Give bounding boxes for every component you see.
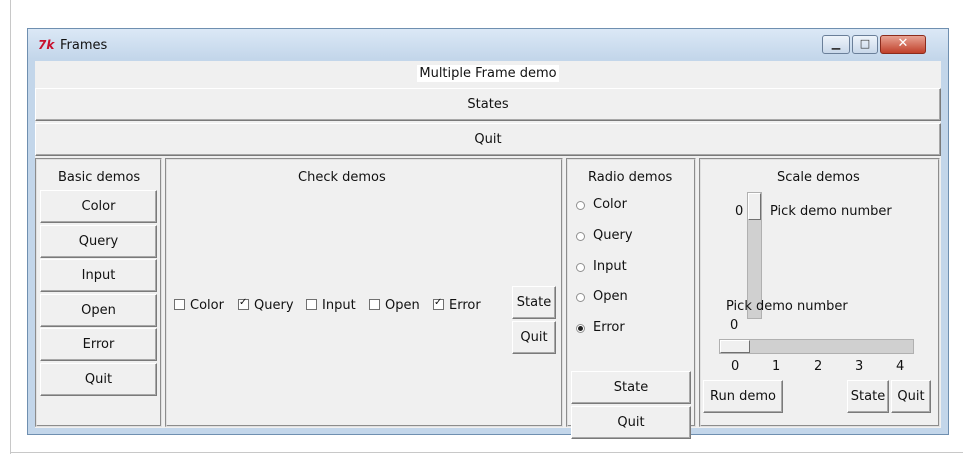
minimize-button[interactable]: ▁ — [822, 35, 850, 54]
horizontal-scale-label: Pick demo number — [726, 299, 848, 314]
scale-state-button[interactable]: State — [847, 380, 889, 413]
maximize-icon: □ — [859, 37, 871, 50]
states-button[interactable]: States — [35, 88, 941, 121]
check-option-open[interactable]: Open — [369, 298, 420, 313]
tk-feather-icon: 7k — [38, 38, 55, 52]
quit-button[interactable]: Quit — [35, 123, 941, 156]
checkbox[interactable] — [369, 299, 380, 310]
checkbox-checked[interactable]: ✓ — [238, 297, 249, 310]
horizontal-scale[interactable] — [719, 339, 914, 354]
radio-option-open[interactable]: Open — [593, 289, 628, 304]
radio-option-color[interactable]: Color — [593, 197, 627, 212]
vertical-scale-slider[interactable] — [748, 193, 761, 220]
horizontal-scale-value: 0 — [730, 318, 739, 333]
radio-button[interactable] — [576, 232, 585, 241]
radio-button[interactable] — [576, 201, 585, 210]
check-demos-title: Check demos — [298, 170, 386, 185]
title-bar[interactable]: 7k Frames ▁ □ ✕ — [28, 29, 948, 59]
client-area: Multiple Frame demo States Quit Basic de… — [35, 61, 941, 439]
close-button[interactable]: ✕ — [880, 35, 926, 54]
radio-option-query[interactable]: Query — [593, 228, 633, 243]
page-heading: Multiple Frame demo — [417, 65, 559, 82]
basic-demos-title: Basic demos — [58, 170, 141, 185]
close-icon: ✕ — [897, 36, 909, 51]
minimize-icon: ▁ — [831, 37, 841, 50]
check-option-color[interactable]: Color — [174, 298, 224, 313]
basic-color-button[interactable]: Color — [40, 190, 157, 223]
scale-tick: 1 — [772, 359, 781, 374]
background-edge — [10, 0, 11, 454]
frames-window: 7k Frames ▁ □ ✕ Multiple Frame demo Stat… — [27, 28, 949, 439]
check-mark-icon: ✓ — [434, 297, 443, 308]
check-mark-icon: ✓ — [239, 297, 248, 308]
scale-quit-button[interactable]: Quit — [891, 380, 931, 413]
basic-query-button[interactable]: Query — [40, 225, 157, 258]
basic-input-button[interactable]: Input — [40, 259, 157, 292]
check-quit-button[interactable]: Quit — [512, 321, 556, 354]
checkbox[interactable] — [306, 299, 317, 310]
radio-state-button[interactable]: State — [571, 371, 691, 404]
basic-open-button[interactable]: Open — [40, 294, 157, 327]
radio-button-selected[interactable] — [576, 324, 585, 333]
scale-tick: 0 — [731, 359, 740, 374]
scale-tick: 2 — [814, 359, 823, 374]
check-option-query[interactable]: ✓ Query — [238, 297, 294, 313]
scale-tick: 3 — [855, 359, 864, 374]
radio-option-error[interactable]: Error — [593, 320, 625, 335]
radio-demos-title: Radio demos — [588, 170, 673, 185]
checkbox[interactable] — [174, 299, 185, 310]
radio-button[interactable] — [576, 293, 585, 302]
scale-demos-title: Scale demos — [777, 170, 860, 185]
radio-quit-button[interactable]: Quit — [571, 406, 691, 439]
check-state-button[interactable]: State — [512, 286, 556, 319]
radio-option-input[interactable]: Input — [593, 259, 627, 274]
basic-quit-button[interactable]: Quit — [40, 363, 157, 396]
vertical-scale-label: Pick demo number — [770, 204, 892, 219]
maximize-button[interactable]: □ — [852, 35, 878, 54]
radio-dot-icon — [578, 326, 583, 331]
checkbox-checked[interactable]: ✓ — [433, 297, 444, 310]
vertical-scale-value: 0 — [735, 204, 744, 219]
radio-button[interactable] — [576, 263, 585, 272]
window-title: Frames — [60, 38, 108, 53]
basic-error-button[interactable]: Error — [40, 328, 157, 361]
background-edge — [10, 452, 963, 453]
horizontal-scale-slider[interactable] — [720, 340, 750, 353]
check-option-input[interactable]: Input — [306, 298, 356, 313]
run-demo-button[interactable]: Run demo — [703, 380, 783, 413]
scale-tick: 4 — [896, 359, 905, 374]
check-option-error[interactable]: ✓ Error — [433, 297, 481, 313]
check-demos-frame — [165, 158, 563, 427]
